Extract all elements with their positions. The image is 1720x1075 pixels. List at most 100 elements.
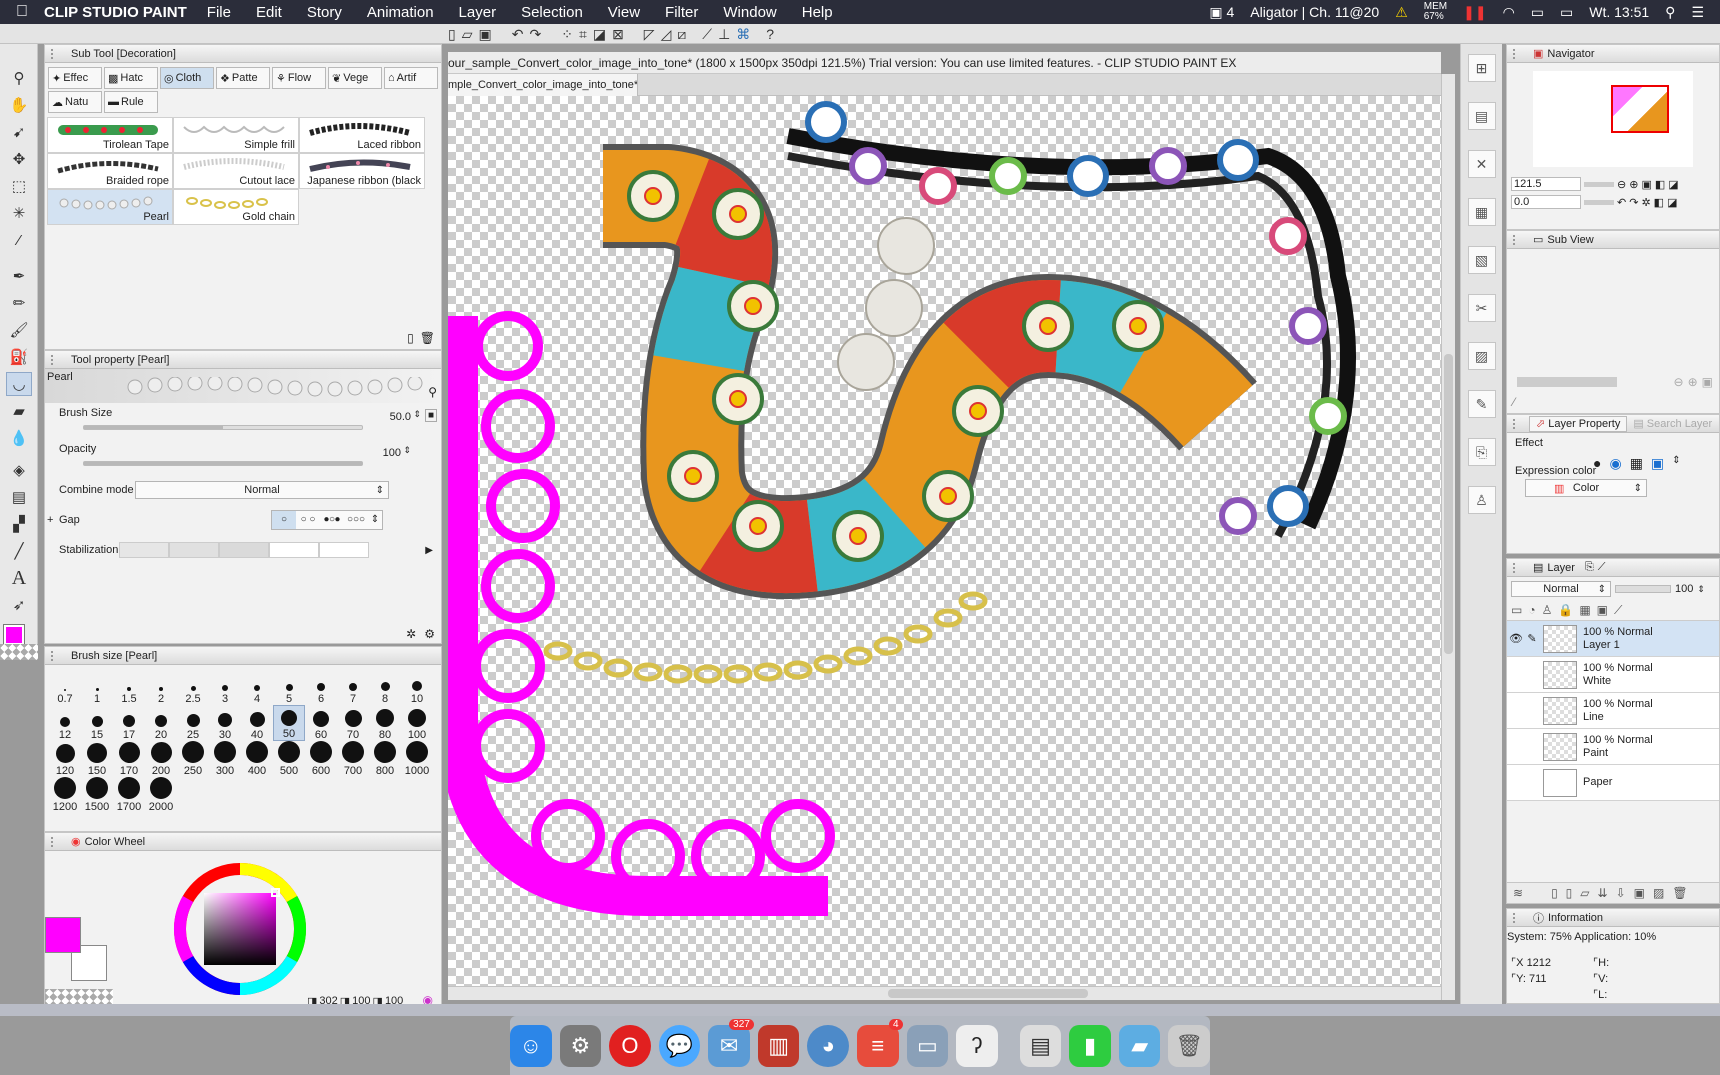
brush-size-option[interactable]: 2.5: [177, 669, 209, 705]
new-icon[interactable]: ▯: [448, 26, 456, 43]
brush-size-option[interactable]: 1700: [113, 777, 145, 813]
preview-icon[interactable]: ▭: [906, 1024, 949, 1067]
layer-row[interactable]: 👁 ✎ 100 % Normal Layer 1: [1507, 621, 1719, 657]
zoom-in-icon[interactable]: ⊕: [1629, 178, 1638, 191]
flag-icon[interactable]: ▭: [1531, 4, 1544, 21]
menu-selection[interactable]: Selection: [521, 4, 583, 21]
layer-opacity-value[interactable]: 100: [1675, 583, 1693, 595]
vertical-scrollbar[interactable]: [1441, 74, 1455, 1000]
layer-opacity-spinner-icon[interactable]: ⇕: [1697, 584, 1705, 595]
main-color-box[interactable]: [45, 917, 81, 953]
opera-icon[interactable]: O: [609, 1024, 651, 1067]
border-effect-icon[interactable]: ●: [1593, 455, 1601, 472]
tab-search-layer[interactable]: ▤ Search Layer: [1627, 417, 1718, 431]
pause-icon[interactable]: ❚❚: [1463, 4, 1486, 21]
combine-mode-select[interactable]: Normal: [135, 481, 389, 499]
blend-mode-select[interactable]: Normal: [1511, 581, 1611, 597]
brush-size-option[interactable]: 100: [401, 705, 433, 741]
system-preferences-icon[interactable]: ⚙: [559, 1024, 602, 1067]
gap-option-2[interactable]: ○ ○: [296, 511, 320, 529]
wifi-icon[interactable]: ◠: [1503, 4, 1515, 21]
layer-search-icon[interactable]: ▤: [1467, 102, 1496, 130]
brush-size-option[interactable]: 80: [369, 705, 401, 741]
vertical-scroll-thumb[interactable]: [1444, 354, 1453, 654]
item-bank-icon[interactable]: ✕: [1467, 150, 1496, 178]
ruler-link-icon[interactable]: ⟋: [1614, 603, 1622, 618]
snap-line-icon[interactable]: ⊥: [718, 26, 730, 43]
animation-cels-icon[interactable]: ⎘: [1585, 561, 1594, 574]
brush-size-option[interactable]: 50: [273, 705, 305, 741]
spotlight-icon[interactable]: ⚲: [1665, 4, 1675, 21]
brush-size-option[interactable]: 30: [209, 705, 241, 741]
menu-story[interactable]: Story: [307, 4, 342, 21]
gap-expand-icon[interactable]: +: [47, 514, 53, 526]
warning-icon[interactable]: ⚠: [1395, 4, 1408, 21]
tool-settings-icon[interactable]: ⚙: [424, 627, 435, 641]
fill-tool-icon[interactable]: ◈: [6, 458, 32, 482]
stabilization-slider[interactable]: [119, 542, 369, 558]
clear-selection-icon[interactable]: ⁘: [561, 26, 573, 43]
eyedropper-tool-icon[interactable]: ⁄: [6, 228, 32, 252]
archive-icon[interactable]: ▮: [1069, 1024, 1111, 1067]
brush-size-option[interactable]: 25: [177, 705, 209, 741]
tab-nature[interactable]: ☁ Natu: [48, 91, 102, 113]
mask-icon[interactable]: ▣: [1597, 603, 1608, 618]
transform-icon[interactable]: ⊠: [612, 26, 624, 43]
gap-option-4[interactable]: ○○○: [344, 511, 368, 529]
quick-access-icon[interactable]: ✂: [1467, 294, 1496, 322]
sub-view-zoom-out-icon[interactable]: ⊖: [1674, 375, 1684, 389]
gap-option-1[interactable]: ○: [272, 511, 296, 529]
gradient-tool-icon[interactable]: ▤: [6, 485, 32, 509]
brush-size-option[interactable]: 1000: [401, 741, 433, 777]
help-icon[interactable]: ?: [766, 26, 774, 43]
brush-size-option[interactable]: 5: [273, 669, 305, 705]
mail-icon[interactable]: ✉ 327: [708, 1018, 754, 1067]
brush-size-option[interactable]: 700: [337, 741, 369, 777]
preview-zoom-icon[interactable]: ⚲: [428, 385, 437, 399]
rotation-slider[interactable]: [1584, 199, 1614, 205]
undo-icon[interactable]: ↶: [512, 26, 524, 43]
tone-effect-icon[interactable]: ▦: [1630, 455, 1643, 472]
brush-size-option[interactable]: 1.5: [113, 669, 145, 705]
clip-icon[interactable]: ▭: [1511, 603, 1522, 618]
apply-mask-icon[interactable]: ▨: [1653, 886, 1664, 900]
operation-tool-icon[interactable]: ➹: [6, 120, 32, 144]
snap-perspective-icon[interactable]: ⟋: [702, 26, 712, 43]
flip-h2-icon[interactable]: ◧: [1654, 196, 1664, 209]
balloon-tool-icon[interactable]: ➶: [6, 593, 32, 617]
trash-icon[interactable]: 🗑: [1168, 1024, 1211, 1067]
delete-layer-icon[interactable]: 🗑: [1672, 886, 1687, 900]
tone-icon[interactable]: ▦: [1467, 198, 1496, 226]
brush-size-option[interactable]: 300: [209, 741, 241, 777]
brush-size-option[interactable]: 3: [209, 669, 241, 705]
main-color-swatch[interactable]: [3, 624, 25, 646]
flip-h-icon[interactable]: ◧: [1655, 178, 1665, 191]
clip-studio-icon[interactable]: ▥: [757, 1024, 800, 1067]
flip-v-icon[interactable]: ◪: [1668, 178, 1678, 191]
app-name-menu[interactable]: CLIP STUDIO PAINT: [44, 4, 187, 21]
draft-icon[interactable]: ♙: [1542, 603, 1553, 618]
menu-filter[interactable]: Filter: [665, 4, 698, 21]
material-laced-ribbon[interactable]: Laced ribbon: [299, 117, 425, 153]
brush-size-option[interactable]: 800: [369, 741, 401, 777]
material-simple-frill[interactable]: Simple frill: [173, 117, 299, 153]
brush-size-option[interactable]: 2: [145, 669, 177, 705]
animation-icon[interactable]: ⎘: [1467, 438, 1496, 466]
zoom-tool-icon[interactable]: ⚲: [6, 66, 32, 90]
figure-tool-icon[interactable]: ╱: [6, 539, 32, 563]
layer-color-icon[interactable]: ▣: [1651, 455, 1664, 472]
new-raster-layer-icon[interactable]: ▯: [1551, 886, 1558, 900]
battery-icon[interactable]: ▭: [1560, 4, 1573, 21]
image-material-icon[interactable]: ▨: [1467, 342, 1496, 370]
downloads-folder-icon[interactable]: ▰: [1118, 1024, 1161, 1067]
tab-clothing[interactable]: ◎ Cloth: [160, 67, 214, 89]
create-mask-icon[interactable]: ▣: [1634, 886, 1645, 900]
expression-color-select[interactable]: ▥ Color: [1525, 479, 1647, 497]
menu-help[interactable]: Help: [802, 4, 833, 21]
menu-view[interactable]: View: [608, 4, 640, 21]
pencil-tool-icon[interactable]: ✏: [6, 291, 32, 315]
tab-vegetation[interactable]: ❦ Vege: [328, 67, 382, 89]
material-icon[interactable]: ⊞: [1467, 54, 1496, 82]
history-icon[interactable]: ▧: [1467, 246, 1496, 274]
material-gold-chain[interactable]: Gold chain: [173, 189, 299, 225]
